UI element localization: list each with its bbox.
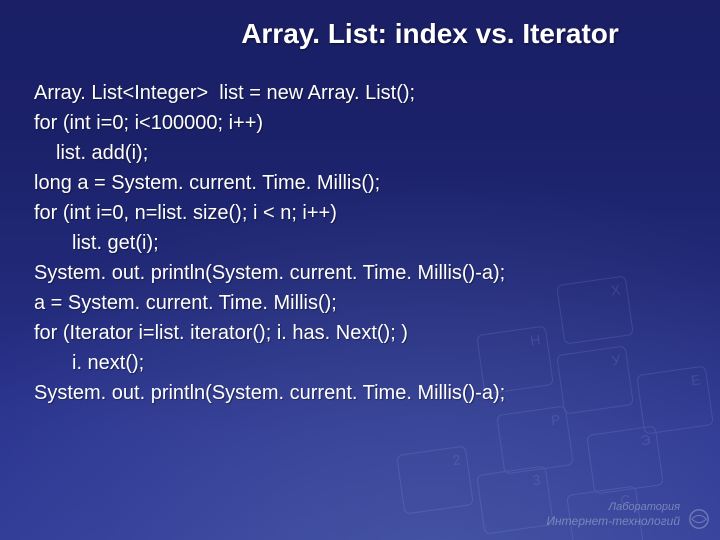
- footer-line2: Интернет-технологий: [546, 514, 680, 530]
- code-line: list. get(i);: [34, 228, 686, 258]
- code-line: long a = System. current. Time. Millis()…: [34, 168, 686, 198]
- code-line: Array. List<Integer> list = new Array. L…: [34, 78, 686, 108]
- code-line: a = System. current. Time. Millis();: [34, 288, 686, 318]
- code-line: System. out. println(System. current. Ti…: [34, 378, 686, 408]
- logo-icon: [688, 508, 710, 530]
- code-line: i. next();: [34, 348, 686, 378]
- footer-line1: Лаборатория: [546, 500, 680, 514]
- footer-branding: Лаборатория Интернет-технологий: [546, 500, 680, 530]
- code-line: list. add(i);: [34, 138, 686, 168]
- code-block: Array. List<Integer> list = new Array. L…: [34, 78, 686, 408]
- code-line: for (int i=0, n=list. size(); i < n; i++…: [34, 198, 686, 228]
- code-line: for (Iterator i=list. iterator(); i. has…: [34, 318, 686, 348]
- code-line: for (int i=0; i<100000; i++): [34, 108, 686, 138]
- slide-title: Array. List: index vs. Iterator: [0, 18, 720, 50]
- slide: Х Н У Е Р Э 2 3 С Array. List: index vs.…: [0, 0, 720, 540]
- code-line: System. out. println(System. current. Ti…: [34, 258, 686, 288]
